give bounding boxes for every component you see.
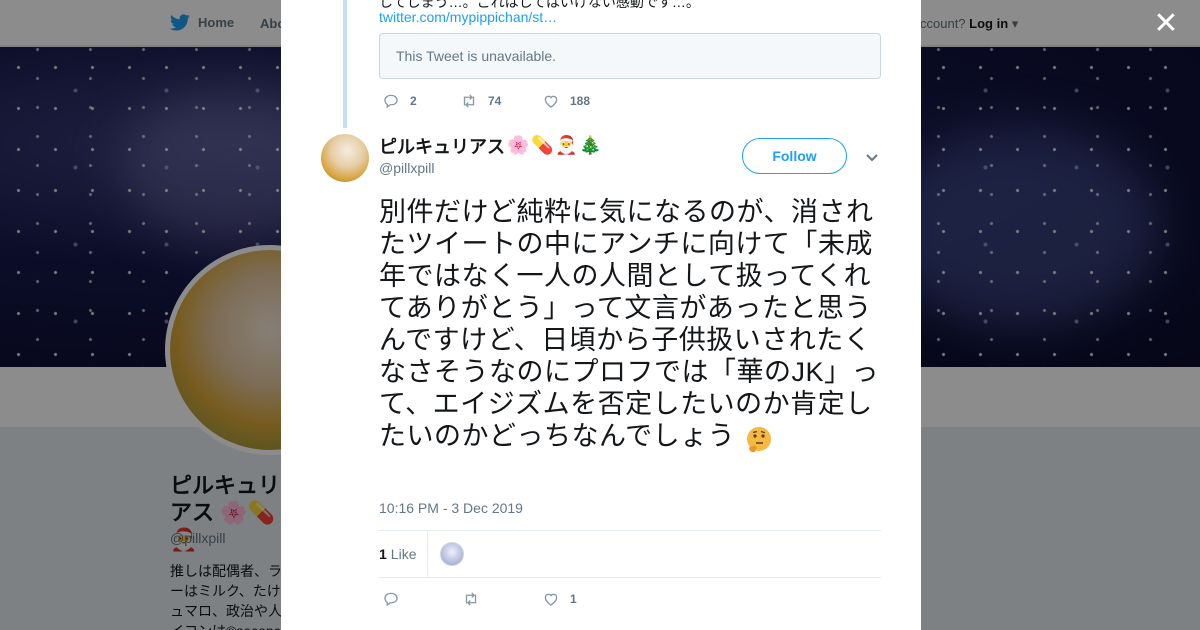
liker-avatar[interactable] <box>440 542 464 566</box>
reply-icon <box>384 592 398 607</box>
christmas-tree-icon: 🎄 <box>579 135 602 155</box>
heart-icon <box>544 95 558 108</box>
thinking-face-icon <box>743 424 775 456</box>
tweet-author-handle[interactable]: @pillxpill <box>379 160 434 176</box>
retweet-count: 74 <box>488 94 502 108</box>
likes-number: 1 <box>379 546 387 562</box>
tweet-author-name[interactable]: ピルキュリアス 🌸 💊 🎅 🎄 <box>379 133 601 159</box>
santa-icon: 🎅 <box>555 135 578 155</box>
tweet-actions: 1 <box>382 590 577 608</box>
retweet-icon <box>465 592 477 606</box>
reply-count: 2 <box>410 94 417 108</box>
retweet-icon <box>463 94 475 108</box>
pill-icon: 💊 <box>531 135 554 155</box>
follow-button[interactable]: Follow <box>742 138 847 174</box>
reply-icon <box>384 94 398 109</box>
tweet-author-avatar[interactable] <box>321 134 369 182</box>
retweet-button[interactable] <box>462 590 542 608</box>
like-button[interactable]: 188 <box>542 92 590 110</box>
unavailable-quote-card: This Tweet is unavailable. <box>379 33 881 79</box>
reply-button[interactable]: 2 <box>382 92 460 110</box>
tweet-body: 別件だけど純粋に気になるのが、消されたツイートの中にアンチに向けて「未成年ではな… <box>379 197 880 452</box>
likes-summary[interactable]: 1 Like <box>379 546 416 562</box>
retweet-button[interactable]: 74 <box>460 92 542 110</box>
previous-tweet-link[interactable]: twitter.com/mypippichan/st… <box>379 9 557 25</box>
tweet-timestamp[interactable]: 10:16 PM - 3 Dec 2019 <box>379 500 523 516</box>
stats-divider <box>427 531 428 577</box>
like-count: 188 <box>570 94 591 108</box>
like-button[interactable]: 1 <box>542 590 577 608</box>
like-count: 1 <box>570 592 577 606</box>
tweet-modal: してしまう…。これはしてはいけない感動です…。 twitter.com/mypi… <box>281 0 921 630</box>
heart-icon <box>544 593 558 606</box>
more-options-chevron-down-icon[interactable] <box>865 150 879 164</box>
thread-connector-line <box>343 0 347 128</box>
tweet-stats: 1 Like <box>379 530 881 578</box>
cherry-blossom-icon: 🌸 <box>507 135 530 155</box>
reply-button[interactable] <box>382 590 462 608</box>
close-button[interactable]: ✕ <box>1152 9 1180 39</box>
previous-tweet-actions: 2 74 188 <box>382 92 590 110</box>
tweet-text: 別件だけど純粋に気になるのが、消されたツイートの中にアンチに向けて「未成年ではな… <box>379 196 885 456</box>
likes-label: Like <box>390 546 417 562</box>
